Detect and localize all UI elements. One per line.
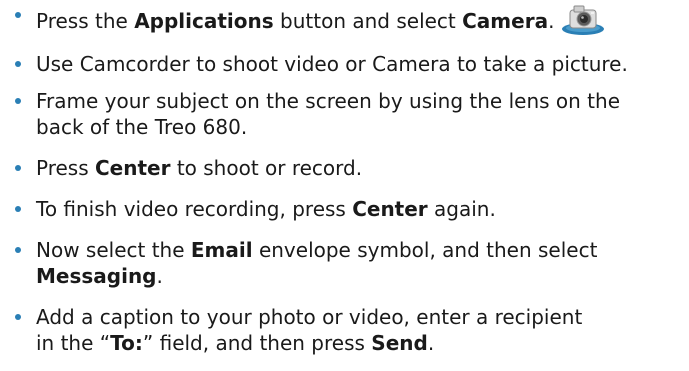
text-line: back of the Treo 680.: [36, 115, 248, 139]
list-item-6: Now select the Email envelope symbol, an…: [15, 237, 687, 289]
text-line: To finish video recording, press Center …: [36, 196, 687, 222]
text-line: Frame your subject on the screen by usin…: [36, 89, 620, 113]
text-run: button and select: [273, 9, 463, 33]
text-run: envelope symbol, and then select: [252, 238, 598, 262]
text-line: Messaging.: [36, 263, 687, 289]
list-item-4: Press Center to shoot or record.: [15, 155, 687, 181]
list-item-5: To finish video recording, press Center …: [15, 196, 687, 222]
bullet-dot: [15, 165, 21, 171]
text-run: .: [156, 264, 163, 288]
bullet-dot: [15, 61, 21, 67]
bullet-dot: [15, 206, 21, 212]
text-line: Add a caption to your photo or video, en…: [36, 305, 583, 329]
text-run: ” field, and then press: [142, 331, 372, 355]
bold-run: Email: [190, 238, 253, 262]
text-run: in the “: [36, 331, 111, 355]
list-item-7: Add a caption to your photo or video, en…: [15, 304, 687, 356]
text-run: .: [427, 331, 435, 355]
bullet-dot: [15, 12, 21, 18]
text-run: again.: [427, 197, 496, 221]
instruction-page: Press the Applications button and select…: [0, 0, 689, 355]
bold-run: Messaging: [36, 264, 157, 288]
list-item-2: Use Camcorder to shoot video or Camera t…: [15, 51, 687, 77]
text-run: Press the: [36, 9, 135, 33]
list-item-3: Frame your subject on the screen by usin…: [15, 88, 687, 140]
text-line: Now select the Email envelope symbol, an…: [36, 237, 687, 263]
text-run: .: [548, 9, 555, 33]
text-line: Use Camcorder to shoot video or Camera t…: [36, 52, 628, 76]
text-run: to shoot or record.: [170, 156, 363, 180]
bold-run: To:: [110, 331, 143, 355]
bold-run: Center: [352, 197, 428, 221]
bullet-dot: [15, 98, 21, 104]
text-line: Press Center to shoot or record.: [36, 155, 687, 181]
bullet-dot: [15, 314, 21, 320]
text-run: Now select the: [36, 238, 191, 262]
text-line: Press the Applications button and select…: [36, 2, 687, 36]
text-run: To finish video recording, press: [36, 197, 353, 221]
bold-run: Applications: [134, 9, 274, 33]
text-run: Press: [36, 156, 95, 180]
bullet-dot: [15, 247, 21, 253]
bold-run: Send: [371, 331, 428, 355]
text-line: in the “To:” field, and then press Send.: [36, 330, 687, 356]
camera-icon: [562, 5, 605, 35]
list-item-1: Press the Applications button and select…: [15, 2, 687, 36]
instruction-list: Press the Applications button and select…: [15, 2, 687, 371]
bold-run: Center: [95, 156, 171, 180]
bold-run: Camera: [462, 9, 549, 33]
